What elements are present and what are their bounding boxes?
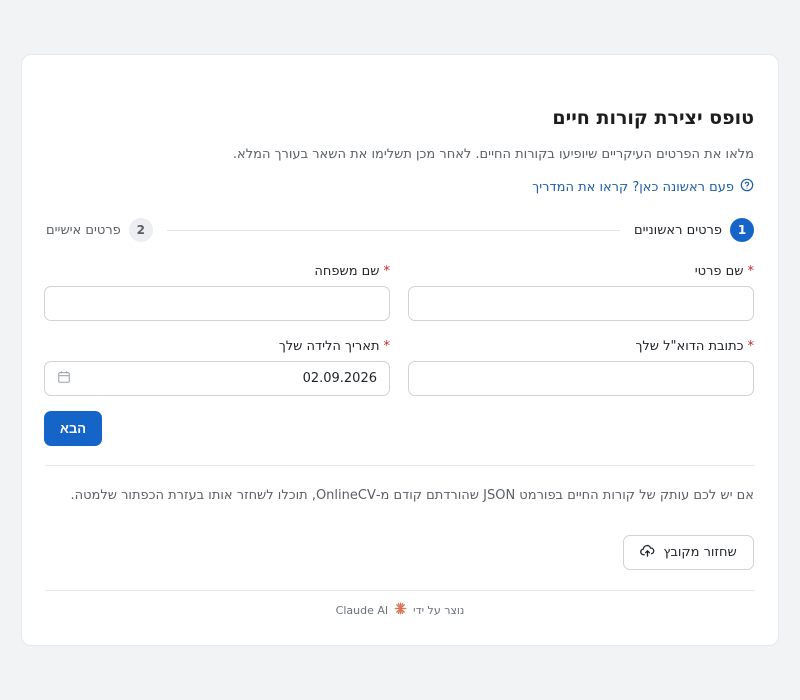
resume-form-card: טופס יצירת קורות חיים מלאו את הפרטים העי… [21,54,779,646]
required-mark: * [383,264,391,279]
restore-label: שחזור מקובץ [663,545,737,560]
footer-divider [46,590,754,591]
footer: נוצר על ידי Claude AI [22,602,778,618]
cloud-upload-icon [640,543,655,562]
next-button[interactable]: הבא [44,411,102,446]
step-personal-details[interactable]: 2 פרטים אישיים [46,218,153,242]
import-description: אם יש לכם עותק של קורות החיים בפורמט JSO… [70,488,754,503]
birth-date-value: 02.09.2026 [302,371,377,386]
first-name-label: *שם פרטי [694,264,755,279]
step-number: 2 [128,218,153,242]
birth-date-label: *תאריך הלידה שלך [278,339,391,354]
required-mark: * [747,264,755,279]
claude-spark-icon [394,602,407,618]
footer-made-by: נוצר על ידי [413,603,465,617]
page-subtitle: מלאו את הפרטים העיקריים שיופיעו בקורות ה… [232,147,754,162]
stepper: 1 פרטים ראשוניים 2 פרטים אישיים [46,217,754,243]
email-label: *כתובת הדוא"ל שלך [635,339,754,354]
step-connector [166,229,621,231]
step-label: פרטים ראשוניים [634,222,722,238]
last-name-input[interactable] [44,286,390,321]
step-label: פרטים אישיים [46,222,121,238]
guide-link-label: פעם ראשונה כאן? קראו את המדריך [532,179,734,195]
calendar-icon[interactable] [57,370,71,388]
question-circle-icon [740,178,754,196]
first-name-input[interactable] [408,286,754,321]
last-name-label: *שם משפחה [314,264,390,279]
footer-brand: Claude AI [335,603,389,617]
email-input[interactable] [408,361,754,396]
required-mark: * [383,339,391,354]
section-divider [46,465,754,466]
step-number: 1 [730,218,754,242]
birth-date-input[interactable]: 02.09.2026 [44,361,390,396]
step-initial-details[interactable]: 1 פרטים ראשוניים [634,218,754,242]
page-title: טופס יצירת קורות חיים [552,107,754,129]
restore-from-file-button[interactable]: שחזור מקובץ [623,535,754,570]
guide-link[interactable]: פעם ראשונה כאן? קראו את המדריך [532,178,754,196]
required-mark: * [747,339,755,354]
